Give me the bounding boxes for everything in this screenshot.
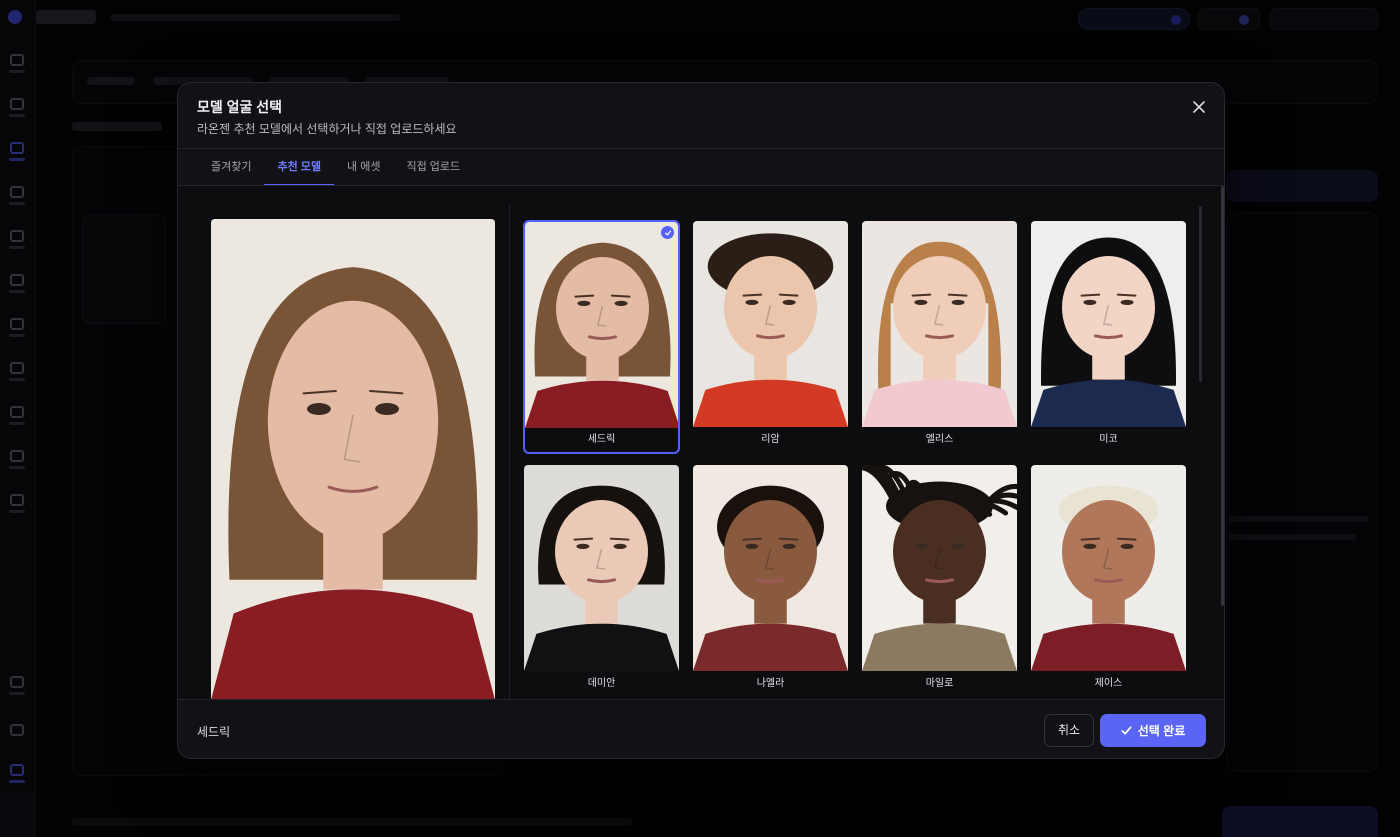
dialog-subtitle: 라온젠 추천 모델에서 선택하거나 직접 업로드하세요 <box>197 122 457 136</box>
model-photo <box>862 465 1017 671</box>
model-name: 세드릭 <box>587 434 616 445</box>
model-name: 데미안 <box>587 678 616 689</box>
tab-upload[interactable]: 직접 업로드 <box>393 149 473 186</box>
model-photo <box>693 221 848 427</box>
model-card[interactable]: 리암 <box>692 220 849 454</box>
cancel-button[interactable]: 취소 <box>1044 714 1094 747</box>
close-button[interactable] <box>1188 96 1210 118</box>
model-photo <box>862 221 1017 427</box>
model-name: 미코 <box>1099 434 1118 445</box>
model-name: 나엘라 <box>756 678 785 689</box>
model-card[interactable]: 데미안 <box>523 464 680 698</box>
model-name: 제이스 <box>1094 678 1123 689</box>
dialog-body: 세드릭 리암 엘리스 미코 데미안 나엘라 마일로 제이스 <box>178 186 1224 700</box>
model-photo <box>524 465 679 671</box>
close-icon <box>1193 101 1205 113</box>
model-photo <box>525 222 678 428</box>
model-photo <box>1031 465 1186 671</box>
model-face-select-dialog: 모델 얼굴 선택 라온젠 추천 모델에서 선택하거나 직접 업로드하세요 즐겨찾… <box>177 82 1225 759</box>
model-card[interactable]: 마일로 <box>861 464 1018 698</box>
dialog-scrollbar[interactable] <box>1220 186 1224 606</box>
model-card[interactable]: 엘리스 <box>861 220 1018 454</box>
preview-portrait <box>211 219 495 700</box>
tab-recommended[interactable]: 추천 모델 <box>264 149 334 186</box>
selected-check-icon <box>661 226 674 239</box>
dialog-title: 모델 얼굴 선택 <box>197 99 283 115</box>
tab-my-assets[interactable]: 내 에셋 <box>334 149 393 186</box>
model-card[interactable]: 나엘라 <box>692 464 849 698</box>
model-name: 마일로 <box>925 678 954 689</box>
tab-bar: 즐겨찾기 추천 모델 내 에셋 직접 업로드 <box>198 149 473 186</box>
selected-model-preview <box>211 219 495 700</box>
grid-scrollbar[interactable] <box>1199 206 1202 382</box>
model-photo <box>1031 221 1186 427</box>
panel-divider <box>509 204 510 699</box>
model-name: 리암 <box>761 434 780 445</box>
footer-divider <box>178 699 1224 700</box>
tab-favorites[interactable]: 즐겨찾기 <box>198 149 264 186</box>
selected-model-name: 세드릭 <box>197 725 231 739</box>
model-card[interactable]: 미코 <box>1030 220 1187 454</box>
model-name: 엘리스 <box>925 434 954 445</box>
model-photo <box>693 465 848 671</box>
check-icon <box>1121 726 1132 735</box>
confirm-button[interactable]: 선택 완료 <box>1100 714 1206 747</box>
model-card[interactable]: 세드릭 <box>523 220 680 454</box>
confirm-label: 선택 완료 <box>1137 724 1186 738</box>
model-card[interactable]: 제이스 <box>1030 464 1187 698</box>
